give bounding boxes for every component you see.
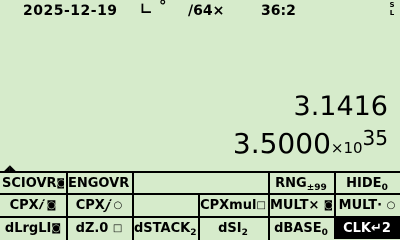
softkey-mult-dot[interactable]: MULT· ○ (336, 195, 398, 216)
softkey-blank-1[interactable] (134, 173, 196, 194)
menu-separator-2 (132, 173, 134, 240)
softkey-menu: SCIOVR◙ ENGOVR◘ RNG±99 HIDE0 CPX𝑖 ◙ CPX𝑗… (0, 171, 400, 240)
menu-separator-3 (198, 195, 200, 240)
x-exponent: 35 (362, 126, 388, 150)
angle-mode-icon: ∟ (140, 0, 153, 18)
status-bar: 2025-12-19 ∟ ° /64× 36:2 S L (0, 0, 400, 24)
x-mantissa: 3.5000 (232, 127, 331, 160)
softkey-sciovr[interactable]: SCIOVR◙ (2, 173, 64, 194)
cpx-j-indicator-icon: ○ (113, 200, 123, 211)
stack-register-x: 3.5000×1035 (8, 126, 388, 160)
menu-separator-5 (334, 173, 336, 218)
softkey-clk[interactable]: CLK↵2 (334, 218, 400, 239)
softkey-engovr[interactable]: ENGOVR◘ (68, 173, 130, 194)
status-date: 2025-12-19 (23, 3, 118, 19)
calculator-screen: 2025-12-19 ∟ ° /64× 36:2 S L 3.1416 3.50… (0, 0, 400, 240)
dlrgli-indicator-icon: ◙ (51, 223, 62, 234)
display-mode: 36:2 (261, 3, 296, 19)
softkey-cpx-j[interactable]: CPX𝑗 ○ (68, 195, 130, 216)
softkey-cpx-i[interactable]: CPX𝑖 ◙ (2, 195, 64, 216)
softkey-dbase[interactable]: dBASE0 (270, 218, 332, 239)
softkey-dz0[interactable]: dZ.0 □ (68, 218, 130, 239)
dz0-indicator-icon: □ (112, 223, 123, 234)
softkey-blank-2[interactable] (200, 173, 266, 194)
softkey-dsi[interactable]: dSI2 (200, 218, 266, 239)
menu-separator-1 (66, 173, 68, 240)
mult-dot-indicator-icon: ○ (386, 200, 396, 211)
softkey-mult-cross[interactable]: MULT× ◙ (270, 195, 332, 216)
softkey-dstack[interactable]: dSTACK2 (134, 218, 196, 239)
fraction-mode: /64× (188, 3, 225, 19)
flag-s: S (389, 1, 395, 9)
sciovr-indicator-icon: ◙ (56, 178, 64, 189)
status-flags: S L (388, 1, 396, 17)
stack-register-y: 3.1416 (293, 91, 388, 122)
degree-icon: ° (159, 0, 167, 15)
flag-l: L (389, 9, 395, 17)
softkey-rng[interactable]: RNG±99 (270, 173, 332, 194)
x-times-ten: ×1035 (330, 126, 388, 157)
engovr-indicator-icon: ◘ (129, 178, 130, 189)
softkey-blank-3[interactable] (134, 195, 196, 216)
softkey-cpxmul[interactable]: CPXmul□ (200, 195, 266, 216)
softkey-hide[interactable]: HIDE0 (336, 173, 398, 194)
mult-cross-indicator-icon: ◙ (323, 200, 332, 211)
cpx-i-indicator-icon: ◙ (46, 200, 57, 211)
cpxmul-indicator-icon: □ (256, 200, 266, 211)
softkey-dlrgli[interactable]: dLrgLI◙ (2, 218, 64, 239)
menu-separator-4 (268, 173, 270, 240)
